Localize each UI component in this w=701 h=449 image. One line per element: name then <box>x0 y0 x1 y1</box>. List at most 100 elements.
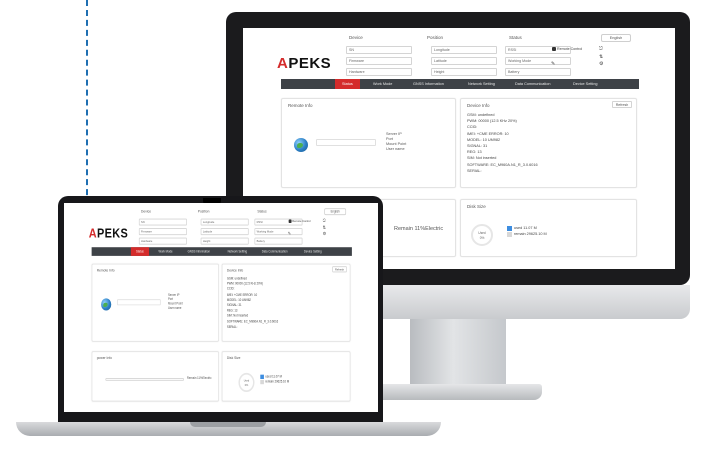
sn-field[interactable]: SN <box>138 218 187 226</box>
remain-swatch <box>507 231 512 237</box>
remote-info-card: Remote Info Server IP Port Mount Point U… <box>91 263 219 342</box>
column-status: Status <box>509 35 522 40</box>
legend-used-label: used 11.07 M <box>514 226 537 230</box>
globe-icon <box>294 138 308 152</box>
remain-electric-text: Remain 11%Electric <box>394 226 444 232</box>
working-mode-field[interactable]: Working Mode <box>254 228 303 236</box>
menu-gnss-information[interactable]: GNSS Information <box>188 247 210 256</box>
user-name-label: User name <box>167 306 182 310</box>
latitude-field[interactable]: Latitude <box>200 228 249 236</box>
legend-remain-label: remain 29625.10 M <box>514 232 547 236</box>
remote-status-field <box>117 299 161 306</box>
remote-info-title: Remote Info <box>288 103 313 108</box>
device-info-title: Device Info <box>467 103 490 108</box>
legend-used-label: used 11.07 M <box>265 374 282 379</box>
disk-legend: used 11.07 M remain 29625.10 M <box>260 374 289 384</box>
used-swatch <box>507 225 512 231</box>
working-mode-field[interactable]: Working Mode <box>505 57 571 65</box>
menu-gnss-information[interactable]: GNSS Information <box>413 79 444 89</box>
remain-swatch <box>260 379 264 384</box>
donut-percent: 0% <box>244 383 249 387</box>
hardware-field[interactable]: Hardware <box>346 68 412 76</box>
sort-icon[interactable]: ⇅ <box>599 54 603 60</box>
lock-icon <box>288 219 292 223</box>
longitude-field[interactable]: Longitude <box>200 218 249 226</box>
disk-legend: used 11.07 M remain 29625.10 M <box>507 225 547 237</box>
disk-size-title: Disk Size <box>226 355 241 360</box>
legend-remain: remain 29625.10 M <box>507 231 547 237</box>
settings-icon[interactable]: ⚙ <box>599 61 603 67</box>
legend-remain: remain 29625.10 M <box>260 379 289 384</box>
main-menu: Status Work Mode GNSS Information Networ… <box>91 247 352 256</box>
battery-field[interactable]: Battery <box>505 68 571 76</box>
latitude-field[interactable]: Latitude <box>431 57 497 65</box>
menu-device-setting[interactable]: Device Setting <box>573 79 597 89</box>
menu-data-communication[interactable]: Data Communication <box>262 247 288 256</box>
remote-items: Server IP Port Mount Point User name <box>168 293 183 310</box>
sn-field[interactable]: SN <box>346 46 412 54</box>
longitude-field[interactable]: Longitude <box>431 46 497 54</box>
pen-icon[interactable]: ✎ <box>288 232 291 237</box>
device-info-card: Device Info Refresh GSM: undefined PWM: … <box>221 263 351 342</box>
laptop-opening-lip <box>190 422 266 427</box>
menu-network-setting[interactable]: Network Setting <box>228 247 247 256</box>
refresh-button[interactable]: Refresh <box>332 266 347 273</box>
language-select[interactable]: English <box>324 208 347 216</box>
exit-icon[interactable]: ⎋ <box>323 219 326 224</box>
menu-network-setting[interactable]: Network Setting <box>468 79 495 89</box>
info-line: SOFTWARE: EC_M960A.N1_R_3.0.6016 <box>467 162 538 167</box>
monitor-stand-neck <box>410 319 506 387</box>
column-device: Device <box>349 35 363 40</box>
battery-field[interactable]: Battery <box>254 237 303 245</box>
power-info-title: power Info <box>96 355 112 360</box>
menu-status[interactable]: Status <box>130 247 149 256</box>
height-field[interactable]: Height <box>431 68 497 76</box>
pen-icon[interactable]: ✎ <box>551 61 555 67</box>
remote-info-card: Remote Info Server IP Port Mount Point U… <box>281 98 456 188</box>
legend-remain-label: remain 29625.10 M <box>265 379 290 384</box>
web-app: Device Position Status English APEKS SN … <box>64 203 378 412</box>
sort-icon[interactable]: ⇅ <box>323 226 326 231</box>
menu-device-setting[interactable]: Device Setting <box>304 247 322 256</box>
menu-data-communication[interactable]: Data Communication <box>515 79 550 89</box>
menu-status[interactable]: Status <box>335 79 360 89</box>
remote-control-button[interactable]: Remote Control <box>552 47 583 52</box>
column-device: Device <box>141 209 152 214</box>
remain-electric-text: Remain 11%Electric <box>186 376 212 380</box>
used-swatch <box>260 374 264 379</box>
remote-info-title: Remote Info <box>96 268 115 273</box>
disk-usage-donut: Used 0% <box>238 372 255 393</box>
exit-icon[interactable]: ⎋ <box>599 46 603 52</box>
device-info-lines: GSM: undefined PWM: 00000 (12.5 KHz 20%)… <box>467 112 538 174</box>
device-info-lines: GSM: undefined PWM: 00000 (12.5 KHz 20%)… <box>227 276 278 330</box>
remote-control-label: Remote Control <box>292 219 311 223</box>
remote-items: Server IP Port Mount Point User name <box>386 132 406 152</box>
lock-icon <box>552 47 556 52</box>
donut-percent: 0% <box>479 236 485 240</box>
height-field[interactable]: Height <box>200 237 249 245</box>
disk-size-title: Disk Size <box>467 204 486 209</box>
column-status: Status <box>257 209 267 214</box>
menu-work-mode[interactable]: Work Mode <box>159 247 173 256</box>
firmware-field[interactable]: Firmware <box>346 57 412 65</box>
menu-work-mode[interactable]: Work Mode <box>373 79 392 89</box>
main-menu: Status Work Mode GNSS Information Networ… <box>281 79 639 89</box>
apeks-logo: APEKS <box>88 226 129 242</box>
refresh-button[interactable]: Refresh <box>612 101 632 108</box>
user-name-label: User name <box>386 147 405 151</box>
info-line: SERIAL: <box>467 168 482 173</box>
power-info-card: power Info Remain 11%Electric <box>91 351 219 402</box>
laptop-screen: Device Position Status English APEKS SN … <box>64 203 378 412</box>
remote-control-label: Remote Control <box>557 47 583 51</box>
remote-status-field <box>316 139 376 146</box>
connector-dashed-line <box>86 0 88 225</box>
firmware-field[interactable]: Firmware <box>138 228 187 236</box>
remote-control-button[interactable]: Remote Control <box>288 219 311 223</box>
disk-usage-donut: Used 0% <box>471 224 493 246</box>
settings-icon[interactable]: ⚙ <box>323 232 326 237</box>
device-info-card: Device Info Refresh GSM: undefined PWM: … <box>460 98 637 188</box>
language-select[interactable]: English <box>601 34 631 42</box>
hardware-field[interactable]: Hardware <box>138 237 187 245</box>
apeks-logo: APEKS <box>277 55 332 72</box>
device-info-title: Device Info <box>226 268 244 273</box>
